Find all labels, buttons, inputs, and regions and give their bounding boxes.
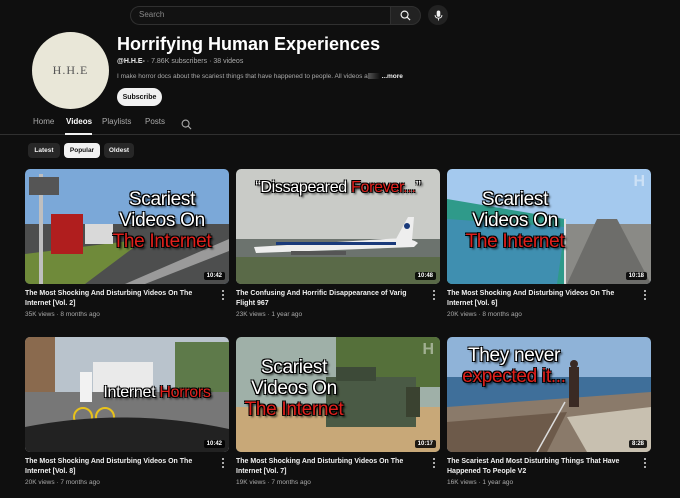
search-placeholder: Search <box>139 10 165 19</box>
upload-age: 8 months ago <box>60 311 100 318</box>
video-thumbnail[interactable]: Scariest Videos On The Internet 10:42 <box>25 169 229 284</box>
upload-age: 7 months ago <box>271 479 311 486</box>
view-count: 19K views <box>236 479 266 486</box>
top-bar: Search <box>0 0 680 30</box>
description-fade <box>367 73 380 80</box>
video-count: 38 videos <box>213 58 244 65</box>
video-thumbnail[interactable]: Scariest Videos On The Internet H 10:17 <box>236 337 440 452</box>
view-count: 23K views <box>236 311 266 318</box>
video-title[interactable]: The Most Shocking And Disturbing Videos … <box>447 289 635 308</box>
video-title[interactable]: The Confusing And Horrific Disappearance… <box>236 289 424 308</box>
video-title[interactable]: The Scariest And Most Disturbing Things … <box>447 457 635 476</box>
kebab-icon[interactable] <box>643 458 647 468</box>
duration-badge: 10:18 <box>625 272 647 280</box>
tab-posts[interactable]: Posts <box>145 117 165 126</box>
duration-badge: 10:42 <box>203 272 225 280</box>
active-tab-indicator <box>65 133 92 135</box>
duration-badge: 10:42 <box>203 440 225 448</box>
search-icon <box>181 119 192 130</box>
video-meta: 23K views · 1 year ago <box>236 311 303 318</box>
channel-avatar[interactable]: H.H.E <box>32 32 109 109</box>
tab-playlists[interactable]: Playlists <box>102 117 131 126</box>
upload-age: 1 year ago <box>271 311 303 318</box>
description-text: I make horror docs about the scariest th… <box>117 73 368 80</box>
video-meta: 20K views · 8 months ago <box>447 311 522 318</box>
video-title[interactable]: The Most Shocking And Disturbing Videos … <box>25 289 213 308</box>
duration-badge: 8:28 <box>628 440 647 448</box>
search-button[interactable] <box>390 6 421 25</box>
kebab-icon[interactable] <box>432 290 436 300</box>
view-count: 16K views <box>447 479 477 486</box>
video-thumbnail[interactable]: Internet Horrors 10:42 <box>25 337 229 452</box>
avatar-text: H.H.E <box>52 63 89 77</box>
video-thumbnail[interactable]: Scariest Videos On The Internet H 10:18 <box>447 169 651 284</box>
mic-icon <box>434 10 442 20</box>
more-link[interactable]: ...more <box>382 73 403 80</box>
thumbnail-caption: Scariest Videos On The Internet <box>112 189 212 252</box>
upload-age: 1 year ago <box>482 479 514 486</box>
chip-popular[interactable]: Popular <box>64 143 100 158</box>
channel-watermark: H <box>633 173 645 190</box>
thumbnail-caption: Scariest Videos On The Internet <box>465 189 565 252</box>
subscriber-count: 7.86K subscribers <box>151 58 208 65</box>
meta-separator: · <box>209 58 212 65</box>
kebab-icon[interactable] <box>432 458 436 468</box>
kebab-icon[interactable] <box>643 290 647 300</box>
thumbnail-caption: “Dissapeared Forever...” <box>255 179 421 196</box>
channel-tabs: Home Videos Playlists Posts <box>0 113 680 135</box>
video-meta: 16K views · 1 year ago <box>447 479 514 486</box>
thumbnail-caption: Internet Horrors <box>103 384 211 401</box>
search-input[interactable]: Search <box>130 6 390 25</box>
search-icon <box>400 10 411 21</box>
tab-videos[interactable]: Videos <box>66 117 92 126</box>
thumbnail-caption: They never expected it... <box>462 345 566 387</box>
video-thumbnail[interactable]: “Dissapeared Forever...” 10:48 <box>236 169 440 284</box>
video-meta: 20K views · 7 months ago <box>25 479 100 486</box>
upload-age: 8 months ago <box>482 311 522 318</box>
chip-oldest[interactable]: Oldest <box>104 143 134 158</box>
video-title[interactable]: The Most Shocking And Disturbing Videos … <box>236 457 424 476</box>
channel-watermark: H <box>422 341 434 358</box>
video-meta: 19K views · 7 months ago <box>236 479 311 486</box>
view-count: 20K views <box>25 479 55 486</box>
view-count: 35K views <box>25 311 55 318</box>
duration-badge: 10:17 <box>414 440 436 448</box>
kebab-icon[interactable] <box>221 290 225 300</box>
video-title[interactable]: The Most Shocking And Disturbing Videos … <box>25 457 213 476</box>
thumbnail-caption: Scariest Videos On The Internet <box>244 357 344 420</box>
channel-name: Horrifying Human Experiences <box>117 34 381 54</box>
channel-description[interactable]: I make horror docs about the scariest th… <box>117 73 403 80</box>
tab-search-button[interactable] <box>181 117 192 135</box>
duration-badge: 10:48 <box>414 272 436 280</box>
upload-age: 7 months ago <box>60 479 100 486</box>
video-meta: 35K views · 8 months ago <box>25 311 100 318</box>
channel-meta: @H.H.E- · 7.86K subscribers · 38 videos <box>117 58 243 65</box>
view-count: 20K views <box>447 311 477 318</box>
subscribe-button[interactable]: Subscribe <box>117 88 162 106</box>
channel-handle: @H.H.E- <box>117 58 145 65</box>
meta-separator: · <box>146 58 150 65</box>
tab-home[interactable]: Home <box>33 117 54 126</box>
video-thumbnail[interactable]: They never expected it... 8:28 <box>447 337 651 452</box>
voice-search-button[interactable] <box>428 5 448 25</box>
chip-latest[interactable]: Latest <box>28 143 60 158</box>
kebab-icon[interactable] <box>221 458 225 468</box>
